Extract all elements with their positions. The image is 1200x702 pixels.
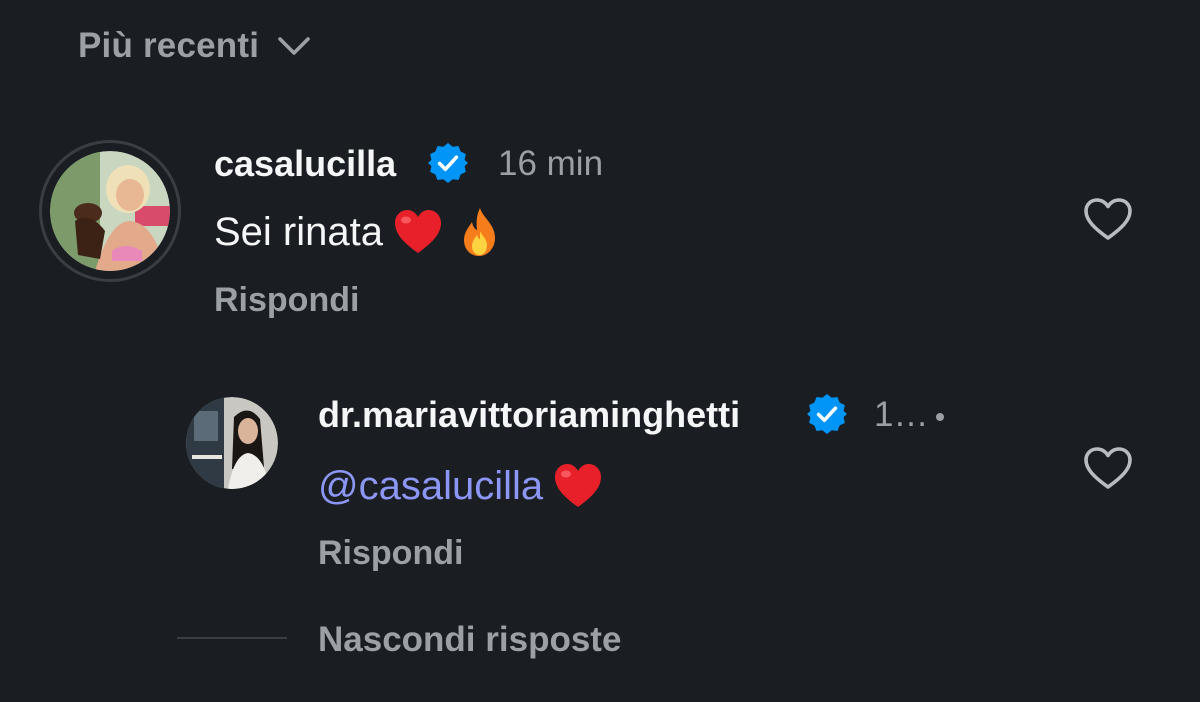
comment-text: Sei rinata <box>214 205 507 259</box>
verified-badge-icon <box>428 143 468 183</box>
reply-button[interactable]: Rispondi <box>214 281 359 320</box>
avatar-image <box>50 151 170 271</box>
separator-dot <box>936 413 944 421</box>
comment-timestamp: 16 min <box>498 144 604 183</box>
avatar-image <box>186 397 278 489</box>
verified-badge-icon <box>807 394 847 434</box>
like-heart-icon[interactable] <box>1082 195 1134 243</box>
comment-text-content: Sei rinata <box>214 209 383 254</box>
avatar-casalucilla[interactable] <box>39 140 181 282</box>
like-heart-icon[interactable] <box>1082 444 1134 492</box>
red-heart-emoji-icon <box>394 210 441 253</box>
reply-timestamp: 1… <box>874 395 929 434</box>
chevron-down-icon <box>278 37 310 55</box>
hide-replies-button[interactable]: Nascondi risposte <box>318 620 621 660</box>
sort-label: Più recenti <box>78 26 260 65</box>
mention-link[interactable]: @casalucilla <box>318 464 543 509</box>
avatar-dr-mariavittoriaminghetti[interactable] <box>186 397 278 489</box>
red-heart-emoji-icon <box>555 464 602 507</box>
thread-divider <box>177 637 287 639</box>
reply-text: @casalucilla <box>318 459 605 513</box>
reply-button[interactable]: Rispondi <box>318 534 463 573</box>
sort-dropdown[interactable]: Più recenti <box>78 26 311 66</box>
reply-username[interactable]: dr.mariavittoriaminghetti <box>318 394 740 436</box>
comment-username[interactable]: casalucilla <box>214 143 396 185</box>
fire-emoji-icon <box>463 208 495 256</box>
